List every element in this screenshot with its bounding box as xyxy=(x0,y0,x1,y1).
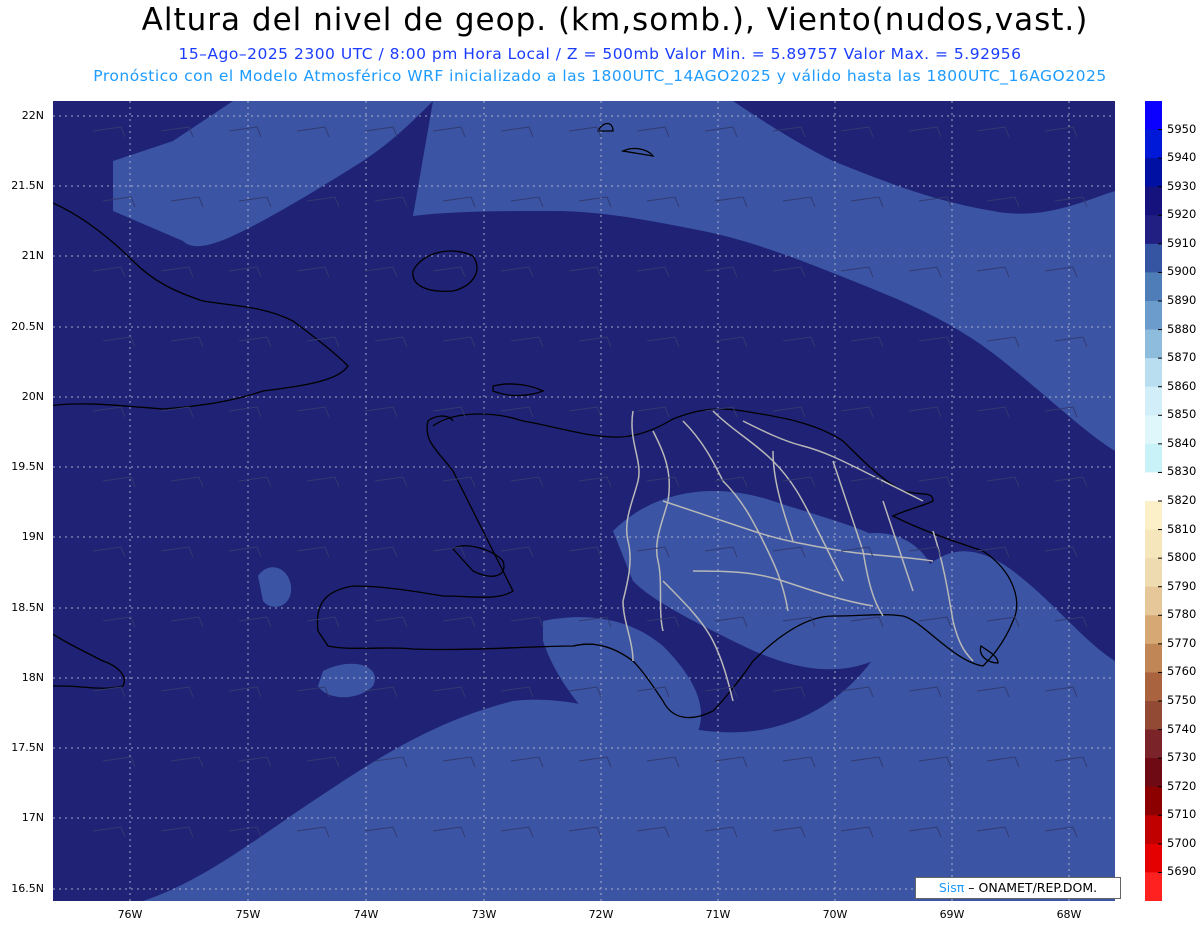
color-bar-level-label: 5760 xyxy=(1167,664,1197,679)
color-bar-level-label: 5720 xyxy=(1167,778,1197,793)
color-bar-level-label: 5730 xyxy=(1167,750,1197,765)
color-bar-swatch xyxy=(1145,843,1162,873)
color-bar-swatch xyxy=(1145,672,1162,702)
lat-label: 19N xyxy=(21,530,44,543)
color-bar-level-label: 5850 xyxy=(1167,407,1197,422)
color-bar-level-label: 5840 xyxy=(1167,435,1197,450)
color-bar-level-label: 5940 xyxy=(1167,150,1197,165)
color-bar-swatch xyxy=(1145,415,1162,445)
color-bar-level-label: 5900 xyxy=(1167,264,1197,279)
color-bar-swatch xyxy=(1145,386,1162,416)
lon-label: 75W xyxy=(235,908,261,921)
color-bar-swatch xyxy=(1145,729,1162,759)
lon-label: 74W xyxy=(353,908,379,921)
color-bar-level-label: 5890 xyxy=(1167,293,1197,307)
color-bar-level-label: 5690 xyxy=(1167,864,1197,879)
lon-label: 70W xyxy=(822,908,848,921)
color-bar-swatch xyxy=(1145,272,1162,302)
color-bar-swatch xyxy=(1145,615,1162,645)
color-bar-swatch xyxy=(1145,443,1162,473)
color-bar-swatch xyxy=(1145,586,1162,616)
color-bar-level-label: 5880 xyxy=(1167,321,1197,336)
color-bar-swatch xyxy=(1145,329,1162,359)
color-bar-swatch xyxy=(1145,558,1162,588)
lon-label: 69W xyxy=(939,908,965,921)
color-bar-swatch xyxy=(1145,243,1162,273)
color-bar-swatch xyxy=(1145,815,1162,845)
color-bar-level-label: 5770 xyxy=(1167,635,1197,650)
geopotential-map xyxy=(53,101,1115,901)
lat-label: 19.5N xyxy=(11,460,44,473)
lat-label: 20N xyxy=(21,390,44,403)
color-bar-level-label: 5830 xyxy=(1167,464,1197,479)
color-bar-level-label: 5810 xyxy=(1167,521,1197,536)
color-bar-level-label: 5750 xyxy=(1167,693,1197,707)
lon-label: 72W xyxy=(588,908,614,921)
color-bar-level-label: 5820 xyxy=(1167,493,1197,507)
color-bar-swatch xyxy=(1145,158,1162,188)
color-bar xyxy=(1145,101,1162,901)
color-bar-level-label: 5780 xyxy=(1167,607,1197,622)
color-bar-level-label: 5790 xyxy=(1167,578,1197,593)
color-bar-swatch xyxy=(1145,643,1162,673)
color-bar-swatch xyxy=(1145,129,1162,159)
color-bar-level-label: 5800 xyxy=(1167,550,1197,565)
color-bar-swatch xyxy=(1145,786,1162,816)
color-bar-level-label: 5910 xyxy=(1167,235,1197,250)
forecast-time-line: 15–Ago–2025 2300 UTC / 8:00 pm Hora Loca… xyxy=(178,45,1022,63)
credit-box: Sisπ – ONAMET/REP.DOM. xyxy=(915,877,1121,899)
color-bar-swatch xyxy=(1145,101,1162,131)
chart-title: Altura del nivel de geop. (km,somb.), Vi… xyxy=(141,2,1089,38)
color-bar-swatch xyxy=(1145,358,1162,388)
lat-label: 17N xyxy=(21,811,44,824)
lat-label: 21N xyxy=(21,249,44,262)
color-bar-level-label: 5860 xyxy=(1167,378,1197,393)
color-bar-level-label: 5950 xyxy=(1167,121,1197,136)
lat-label: 18.5N xyxy=(11,601,44,614)
lon-label: 68W xyxy=(1056,908,1082,921)
color-bar-swatch xyxy=(1145,301,1162,331)
color-bar-level-label: 5740 xyxy=(1167,721,1197,736)
color-bar-swatch xyxy=(1145,472,1162,502)
lat-label: 22N xyxy=(21,109,44,122)
lon-label: 73W xyxy=(471,908,497,921)
color-bar-swatch xyxy=(1145,501,1162,531)
lat-label: 18N xyxy=(21,671,44,684)
color-bar-swatch xyxy=(1145,186,1162,216)
color-bar-level-label: 5930 xyxy=(1167,178,1197,193)
color-bar-swatch xyxy=(1145,872,1162,901)
lat-label: 20.5N xyxy=(11,320,44,333)
model-info-line: Pronóstico con el Modelo Atmosférico WRF… xyxy=(93,67,1107,85)
color-bar-swatch xyxy=(1145,758,1162,788)
credit-name: Sisπ xyxy=(938,880,965,895)
lat-label: 16.5N xyxy=(11,882,44,895)
lon-label: 76W xyxy=(117,908,143,921)
lat-label: 17.5N xyxy=(11,741,44,754)
lat-label: 21.5N xyxy=(11,179,44,192)
lon-label: 71W xyxy=(705,908,731,921)
color-bar-swatch xyxy=(1145,529,1162,559)
color-bar-swatch xyxy=(1145,215,1162,245)
color-bar-level-label: 5710 xyxy=(1167,807,1197,822)
color-bar-level-label: 5700 xyxy=(1167,835,1197,850)
map-panel xyxy=(53,101,1115,901)
color-bar-swatch xyxy=(1145,701,1162,731)
color-bar-level-label: 5870 xyxy=(1167,350,1197,365)
color-bar-level-label: 5920 xyxy=(1167,207,1197,222)
credit-org: – ONAMET/REP.DOM. xyxy=(968,880,1098,895)
